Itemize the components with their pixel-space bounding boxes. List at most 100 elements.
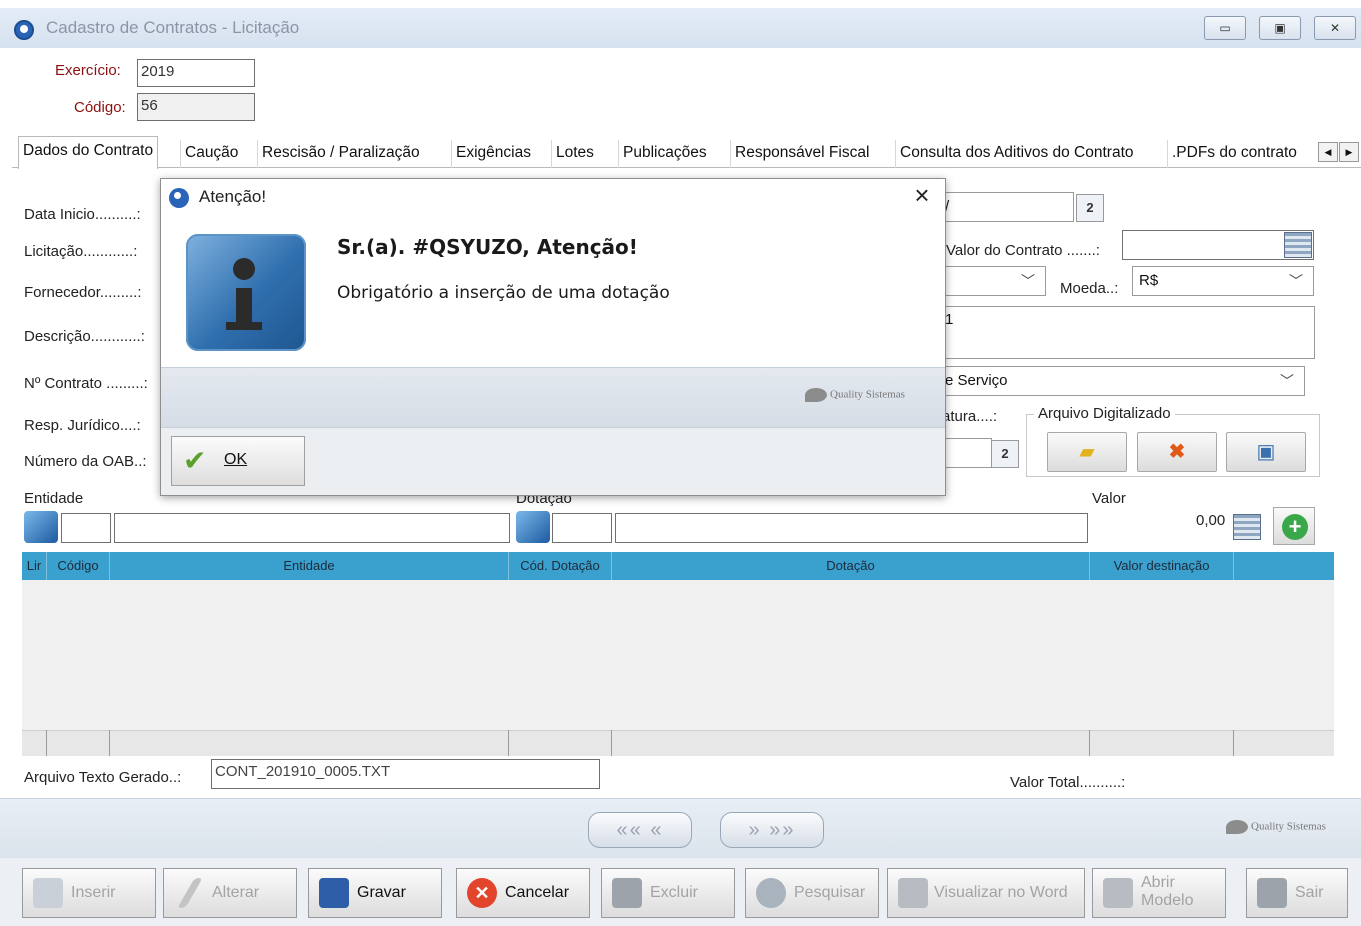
col-lir[interactable]: Lir: [22, 552, 47, 580]
pesquisar-button[interactable]: Pesquisar: [745, 868, 879, 918]
col-cod-dotacao[interactable]: Cód. Dotação: [509, 552, 612, 580]
entidade-label: Entidade: [24, 490, 84, 507]
cancel-icon: ✕: [467, 878, 497, 908]
abrir-modelo-button[interactable]: Abrir Modelo: [1092, 868, 1226, 918]
n-contrato-label: Nº Contrato .........:: [24, 375, 148, 392]
exercicio-label: Exercício:: [55, 62, 121, 79]
calendar-icon[interactable]: 2: [1076, 194, 1104, 222]
pencil-icon: [177, 878, 203, 908]
word-icon: [898, 878, 928, 908]
tab-scroll-left-button[interactable]: ◀: [1318, 142, 1338, 162]
grid-footer-cell: [110, 730, 509, 756]
window-title: Cadastro de Contratos - Licitação: [46, 18, 300, 37]
visualizar-word-button[interactable]: Visualizar no Word: [887, 868, 1085, 918]
tab-responsavel-fiscal[interactable]: Responsável Fiscal: [730, 140, 873, 168]
tab-exigencias[interactable]: Exigências: [451, 140, 535, 168]
info-icon: [186, 234, 306, 351]
valor-contrato-label: Valor do Contrato .......:: [946, 242, 1100, 259]
dotacao-code-field[interactable]: [552, 513, 612, 543]
fornecedor-label: Fornecedor.........:: [24, 284, 142, 301]
data-fim-field[interactable]: /: [938, 192, 1074, 222]
quality-sistemas-logo: Quality Sistemas: [1226, 820, 1326, 834]
tipo-select[interactable]: e Serviço ﹀: [938, 366, 1305, 396]
numero-oab-label: Número da OAB..:: [24, 453, 147, 470]
arquivo-texto-label: Arquivo Texto Gerado..:: [24, 769, 182, 786]
descricao-field[interactable]: 1: [938, 306, 1315, 359]
moeda-label: Moeda..:: [1060, 280, 1119, 297]
dialog-heading: Sr.(a). #QSYUZO, Atenção!: [337, 235, 638, 259]
grid-footer-cell: [509, 730, 612, 756]
col-entidade[interactable]: Entidade: [110, 552, 509, 580]
info-icon-dot: [233, 258, 255, 280]
dialog-title: Atenção!: [199, 187, 267, 206]
codigo-field[interactable]: 56: [137, 93, 255, 121]
arquivo-texto-field[interactable]: CONT_201910_0005.TXT: [211, 759, 600, 789]
trash-icon: [612, 878, 642, 908]
search-entidade-icon[interactable]: [24, 511, 58, 543]
assinatura-label: atura....:: [942, 408, 998, 425]
excluir-button[interactable]: Excluir: [601, 868, 735, 918]
save-icon: [319, 878, 349, 908]
dialog-app-icon: [169, 188, 189, 208]
data-inicio-label: Data Inicio..........:: [24, 206, 141, 223]
licitacao-label: Licitação............:: [24, 243, 138, 260]
entidade-name-field[interactable]: [114, 513, 510, 543]
grid-footer-cell: [1090, 730, 1234, 756]
moeda-select[interactable]: R$ ﹀: [1132, 266, 1314, 296]
previous-record-button[interactable]: «« «: [588, 812, 692, 848]
data-assinatura-field[interactable]: [938, 438, 992, 468]
attention-dialog: Atenção! × Sr.(a). #QSYUZO, Atenção! Obr…: [160, 178, 946, 496]
descricao-label: Descrição............:: [24, 328, 145, 345]
inserir-button[interactable]: Inserir: [22, 868, 156, 918]
grid-footer-cell: [47, 730, 110, 756]
view-file-button[interactable]: ▣: [1226, 432, 1306, 472]
calendar-assinatura-icon[interactable]: 2: [991, 440, 1019, 468]
next-record-button[interactable]: » »»: [720, 812, 824, 848]
title-bar: Cadastro de Contratos - Licitação ▭ ▣ ✕: [0, 8, 1361, 48]
valor-label: Valor: [1092, 490, 1126, 507]
magnifier-icon: [756, 878, 786, 908]
tab-consulta-aditivos[interactable]: Consulta dos Aditivos do Contrato: [895, 140, 1138, 168]
gravar-button[interactable]: Gravar: [308, 868, 442, 918]
alterar-button[interactable]: Alterar: [163, 868, 297, 918]
col-valor-destinacao[interactable]: Valor destinação: [1090, 552, 1234, 580]
maximize-button[interactable]: ▣: [1259, 16, 1301, 40]
info-icon-base: [226, 322, 262, 330]
tab-scroll-right-button[interactable]: ▶: [1339, 142, 1359, 162]
word-template-icon: [1103, 878, 1133, 908]
tab-dados-do-contrato[interactable]: Dados do Contrato: [18, 136, 159, 169]
tab-pdfs[interactable]: .PDFs do contrato: [1167, 140, 1301, 168]
fornecedor-combo[interactable]: ﹀: [938, 266, 1046, 296]
dialog-quality-logo: Quality Sistemas: [805, 388, 905, 402]
codigo-label: Código:: [74, 99, 126, 116]
remove-file-button[interactable]: ✖: [1137, 432, 1217, 472]
tab-publicacoes[interactable]: Publicações: [618, 140, 711, 168]
valor-calculator-icon[interactable]: [1233, 514, 1261, 540]
col-dotacao[interactable]: Dotação: [612, 552, 1090, 580]
dotacao-name-field[interactable]: [615, 513, 1088, 543]
tab-rescisao[interactable]: Rescisão / Paralização: [257, 140, 424, 168]
grid-footer-cell: [22, 730, 47, 756]
exercicio-field[interactable]: 2019: [137, 59, 255, 87]
col-codigo[interactable]: Código: [47, 552, 110, 580]
search-dotacao-icon[interactable]: [516, 511, 550, 543]
open-folder-button[interactable]: ▰: [1047, 432, 1127, 472]
valor-total-label: Valor Total..........:: [1010, 774, 1126, 791]
insert-icon: [33, 878, 63, 908]
add-dotacao-button[interactable]: +: [1273, 507, 1315, 545]
dialog-close-icon[interactable]: ×: [909, 182, 935, 209]
exit-door-icon: [1257, 878, 1287, 908]
cancelar-button[interactable]: ✕ Cancelar: [456, 868, 590, 918]
entidade-code-field[interactable]: [61, 513, 111, 543]
valor-value: 0,00: [1196, 512, 1226, 529]
sair-button[interactable]: Sair: [1246, 868, 1348, 918]
info-icon-bar: [236, 288, 252, 326]
calculator-icon[interactable]: [1284, 232, 1312, 258]
checkmark-icon: ✔: [183, 445, 207, 476]
tab-caucao[interactable]: Caução: [180, 140, 242, 168]
resp-juridico-label: Resp. Jurídico....:: [24, 417, 141, 434]
minimize-button[interactable]: ▭: [1204, 16, 1246, 40]
tab-lotes[interactable]: Lotes: [551, 140, 598, 168]
close-window-button[interactable]: ✕: [1314, 16, 1356, 40]
plus-icon: +: [1282, 514, 1308, 540]
